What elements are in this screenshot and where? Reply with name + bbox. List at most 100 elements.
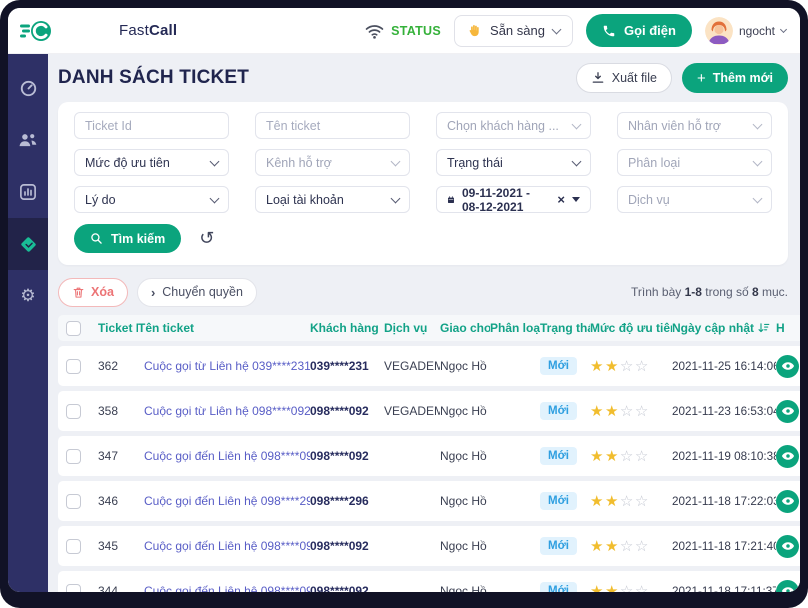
sidebar-item-contacts[interactable] (8, 114, 48, 166)
updated-cell: 2021-11-25 16:14:06 (672, 360, 776, 373)
table-header-row: Ticket Id Tên ticket Khách hàng Dịch vụ … (58, 315, 800, 341)
chevron-right-icon: › (151, 286, 155, 299)
row-checkbox[interactable] (66, 359, 81, 374)
priority-stars: ★★☆☆ (590, 404, 672, 419)
ticket-name-link[interactable]: Cuộc gọi đến Liên hệ 098****092 (138, 584, 310, 592)
priority-stars: ★★☆☆ (590, 539, 672, 554)
row-checkbox[interactable] (66, 539, 81, 554)
header-assignee: Giao cho (440, 321, 490, 335)
phone-icon (602, 24, 616, 38)
customer-cell: 098****092 (310, 539, 384, 553)
add-new-label: Thêm mới (713, 71, 773, 85)
sidebar-item-reports[interactable] (8, 166, 48, 218)
caret-down-icon[interactable] (572, 197, 580, 202)
search-button[interactable]: Tìm kiếm (74, 224, 181, 253)
row-checkbox[interactable] (66, 584, 81, 593)
chevron-down-icon (572, 156, 582, 166)
row-checkbox[interactable] (66, 494, 81, 509)
plus-icon: + (697, 71, 706, 86)
view-button[interactable] (776, 535, 799, 558)
view-button[interactable] (776, 355, 799, 378)
table-body: 362 Cuộc gọi từ Liên hệ 039****231 039**… (58, 346, 800, 592)
reset-filters-button[interactable]: ↺ (199, 230, 214, 248)
ticket-id-cell: 347 (88, 449, 138, 463)
ticket-name-link[interactable]: Cuộc gọi đến Liên hệ 098****092 (138, 539, 310, 553)
availability-select[interactable]: Sẵn sàng (454, 15, 573, 47)
priority-stars: ★★☆☆ (590, 494, 672, 509)
header-ticket-name: Tên ticket (138, 321, 310, 335)
ticket-id-cell: 344 (88, 584, 138, 592)
header-priority: Mức độ ưu tiên (590, 321, 672, 335)
ticket-name-link[interactable]: Cuộc gọi từ Liên hệ 039****231 (138, 359, 310, 373)
customer-cell: 098****092 (310, 584, 384, 592)
reason-select[interactable]: Lý do (74, 186, 229, 213)
row-checkbox[interactable] (66, 449, 81, 464)
select-all-checkbox[interactable] (66, 321, 81, 336)
gear-icon: ⚙ (20, 288, 35, 305)
date-range-value: 09-11-2021 - 08-12-2021 (462, 186, 550, 214)
chevron-down-icon (572, 119, 582, 129)
service-select[interactable]: Dịch vụ (617, 186, 772, 213)
user-menu[interactable]: ngocht (705, 17, 786, 45)
chevron-down-icon (391, 193, 401, 203)
view-button[interactable] (776, 400, 799, 423)
header-updated-sort[interactable]: Ngày cập nhật (672, 321, 770, 335)
transfer-button[interactable]: › Chuyển quyền (137, 278, 257, 307)
ticket-id-input[interactable] (74, 112, 229, 139)
priority-select[interactable]: Mức độ ưu tiên (74, 149, 229, 176)
add-new-button[interactable]: + Thêm mới (682, 63, 788, 93)
view-button[interactable] (776, 580, 799, 593)
waving-hand-icon (467, 23, 482, 38)
assignee-cell: Ngọc Hồ (440, 539, 490, 553)
chevron-down-icon (753, 156, 763, 166)
search-icon (90, 232, 103, 245)
export-file-label: Xuất file (612, 71, 657, 85)
ticket-name-link[interactable]: Cuộc gọi đến Liên hệ 098****296 (138, 494, 310, 508)
date-range-picker[interactable]: 09-11-2021 - 08-12-2021 × (436, 186, 591, 213)
clear-date-icon[interactable]: × (557, 193, 565, 206)
delete-button[interactable]: Xóa (58, 278, 128, 307)
chevron-down-icon (753, 193, 763, 203)
row-checkbox[interactable] (66, 404, 81, 419)
support-staff-select[interactable]: Nhân viên hỗ trợ (617, 112, 772, 139)
sidebar-item-dashboard[interactable] (8, 62, 48, 114)
customer-cell: 039****231 (310, 359, 384, 373)
ticket-name-input[interactable] (255, 112, 410, 139)
support-channel-select[interactable]: Kênh hỗ trợ (255, 149, 410, 176)
main-content: DANH SÁCH TICKET Xuất file + Thêm mới (48, 54, 800, 592)
refresh-icon: ↺ (199, 228, 214, 249)
table-row: 362 Cuộc gọi từ Liên hệ 039****231 039**… (58, 346, 800, 386)
view-button[interactable] (776, 445, 799, 468)
chevron-down-icon (552, 24, 562, 34)
ticket-name-link[interactable]: Cuộc gọi từ Liên hệ 098****092 (138, 404, 310, 418)
category-select[interactable]: Phân loại (617, 149, 772, 176)
avatar (705, 17, 733, 45)
status-select[interactable]: Trạng thái (436, 149, 591, 176)
assignee-cell: Ngọc Hồ (440, 359, 490, 373)
assignee-cell: Ngọc Hồ (440, 449, 490, 463)
topbar: FastCall STATUS Sẵn sàng (8, 8, 800, 54)
status-badge: Mới (540, 537, 577, 555)
customer-select[interactable]: Chọn khách hàng ... (436, 112, 591, 139)
ticket-id-cell: 346 (88, 494, 138, 508)
status-badge: Mới (540, 447, 577, 465)
eye-icon (781, 359, 795, 373)
sidebar-item-tickets[interactable] (8, 218, 48, 270)
updated-cell: 2021-11-18 17:11:37 (672, 585, 776, 593)
ticket-id-cell: 358 (88, 404, 138, 418)
users-icon (18, 131, 38, 149)
export-file-button[interactable]: Xuất file (576, 63, 672, 93)
eye-icon (781, 584, 795, 592)
eye-icon (781, 404, 795, 418)
priority-stars: ★★☆☆ (590, 449, 672, 464)
updated-cell: 2021-11-23 16:53:04 (672, 405, 776, 418)
sidebar-item-settings[interactable]: ⚙ (8, 270, 48, 322)
chevron-down-icon (210, 193, 220, 203)
call-button[interactable]: Gọi điện (586, 14, 692, 47)
updated-cell: 2021-11-18 17:21:40 (672, 540, 776, 553)
account-type-select[interactable]: Loại tài khoản (255, 186, 410, 213)
brand-name: FastCall (119, 22, 177, 39)
download-icon (591, 71, 605, 85)
view-button[interactable] (776, 490, 799, 513)
ticket-name-link[interactable]: Cuộc gọi đến Liên hệ 098****092 (138, 449, 310, 463)
